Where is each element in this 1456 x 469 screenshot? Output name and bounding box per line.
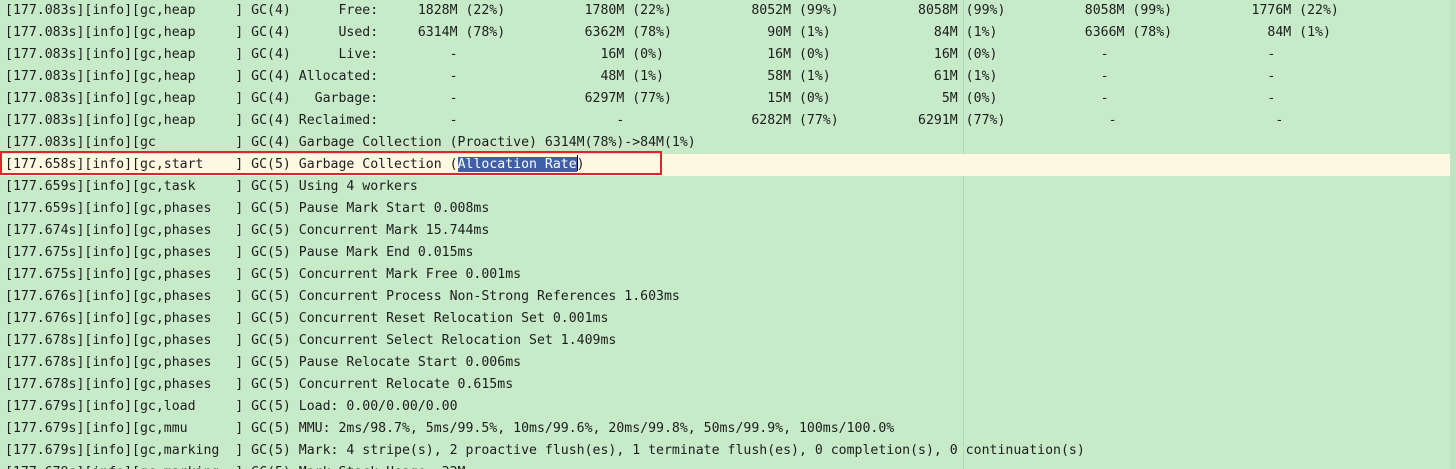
log-line-text: [177.083s][info][gc,heap ] GC(4) Live: -… — [5, 47, 1276, 62]
log-line[interactable]: [177.659s][info][gc,task ] GC(5) Using 4… — [0, 176, 1456, 198]
log-line-current[interactable]: [177.658s][info][gc,start ] GC(5) Garbag… — [0, 154, 1456, 176]
log-line[interactable]: [177.678s][info][gc,phases ] GC(5) Concu… — [0, 374, 1456, 396]
log-line-text: [177.083s][info][gc ] GC(4) Garbage Coll… — [5, 135, 696, 150]
log-lines: [177.083s][info][gc,heap ] GC(4) Free: 1… — [0, 0, 1456, 469]
log-line-text: [177.674s][info][gc,phases ] GC(5) Concu… — [5, 223, 490, 238]
log-line-text: [177.676s][info][gc,phases ] GC(5) Concu… — [5, 289, 680, 304]
log-line[interactable]: [177.679s][info][gc,load ] GC(5) Load: 0… — [0, 396, 1456, 418]
log-line-text: [177.676s][info][gc,phases ] GC(5) Concu… — [5, 311, 609, 326]
log-line[interactable]: [177.083s][info][gc ] GC(4) Garbage Coll… — [0, 132, 1456, 154]
log-line-text: [177.083s][info][gc,heap ] GC(4) Reclaim… — [5, 113, 1284, 128]
log-line[interactable]: [177.678s][info][gc,phases ] GC(5) Concu… — [0, 330, 1456, 352]
log-line-text: [177.679s][info][gc,mmu ] GC(5) MMU: 2ms… — [5, 421, 895, 436]
log-line[interactable]: [177.675s][info][gc,phases ] GC(5) Concu… — [0, 264, 1456, 286]
log-line-text: [177.678s][info][gc,phases ] GC(5) Concu… — [5, 377, 514, 392]
log-line[interactable]: [177.679s][info][gc,mmu ] GC(5) MMU: 2ms… — [0, 418, 1456, 440]
log-line-prefix: [177.658s][info][gc,start ] GC(5) Garbag… — [5, 157, 458, 172]
log-line[interactable]: [177.083s][info][gc,heap ] GC(4) Free: 1… — [0, 0, 1456, 22]
log-line-text: [177.659s][info][gc,task ] GC(5) Using 4… — [5, 179, 418, 194]
log-line[interactable]: [177.676s][info][gc,phases ] GC(5) Concu… — [0, 308, 1456, 330]
vertical-scrollbar[interactable] — [1450, 0, 1456, 469]
log-line-text: [177.083s][info][gc,heap ] GC(4) Garbage… — [5, 91, 1276, 106]
log-editor[interactable]: [177.083s][info][gc,heap ] GC(4) Free: 1… — [0, 0, 1456, 469]
log-line[interactable]: [177.083s][info][gc,heap ] GC(4) Garbage… — [0, 88, 1456, 110]
log-line[interactable]: [177.679s][info][gc,marking ] GC(5) Mark… — [0, 462, 1456, 469]
log-line[interactable]: [177.083s][info][gc,heap ] GC(4) Reclaim… — [0, 110, 1456, 132]
log-line-text: [177.675s][info][gc,phases ] GC(5) Concu… — [5, 267, 522, 282]
log-line-text: [177.675s][info][gc,phases ] GC(5) Pause… — [5, 245, 474, 260]
log-line[interactable]: [177.083s][info][gc,heap ] GC(4) Used: 6… — [0, 22, 1456, 44]
log-line[interactable]: [177.083s][info][gc,heap ] GC(4) Live: -… — [0, 44, 1456, 66]
log-line-text: [177.658s][info][gc,start ] GC(5) Garbag… — [5, 155, 585, 172]
log-line-suffix: ) — [576, 157, 585, 172]
log-line-text: [177.659s][info][gc,phases ] GC(5) Pause… — [5, 201, 490, 216]
text-selection[interactable]: Allocation Rate — [457, 157, 577, 172]
log-line[interactable]: [177.674s][info][gc,phases ] GC(5) Concu… — [0, 220, 1456, 242]
log-line[interactable]: [177.659s][info][gc,phases ] GC(5) Pause… — [0, 198, 1456, 220]
log-line[interactable]: [177.083s][info][gc,heap ] GC(4) Allocat… — [0, 66, 1456, 88]
log-line-text: [177.083s][info][gc,heap ] GC(4) Allocat… — [5, 69, 1276, 84]
log-line-text: [177.083s][info][gc,heap ] GC(4) Free: 1… — [5, 3, 1339, 18]
log-line-text: [177.678s][info][gc,phases ] GC(5) Pause… — [5, 355, 522, 370]
log-line[interactable]: [177.678s][info][gc,phases ] GC(5) Pause… — [0, 352, 1456, 374]
log-line[interactable]: [177.679s][info][gc,marking ] GC(5) Mark… — [0, 440, 1456, 462]
log-line-text: [177.679s][info][gc,marking ] GC(5) Mark… — [5, 443, 1085, 458]
log-line-text: [177.083s][info][gc,heap ] GC(4) Used: 6… — [5, 25, 1331, 40]
log-line-text: [177.679s][info][gc,load ] GC(5) Load: 0… — [5, 399, 458, 414]
log-line[interactable]: [177.675s][info][gc,phases ] GC(5) Pause… — [0, 242, 1456, 264]
log-line-text: [177.678s][info][gc,phases ] GC(5) Concu… — [5, 333, 617, 348]
log-line-text: [177.679s][info][gc,marking ] GC(5) Mark… — [5, 465, 466, 469]
log-line[interactable]: [177.676s][info][gc,phases ] GC(5) Concu… — [0, 286, 1456, 308]
